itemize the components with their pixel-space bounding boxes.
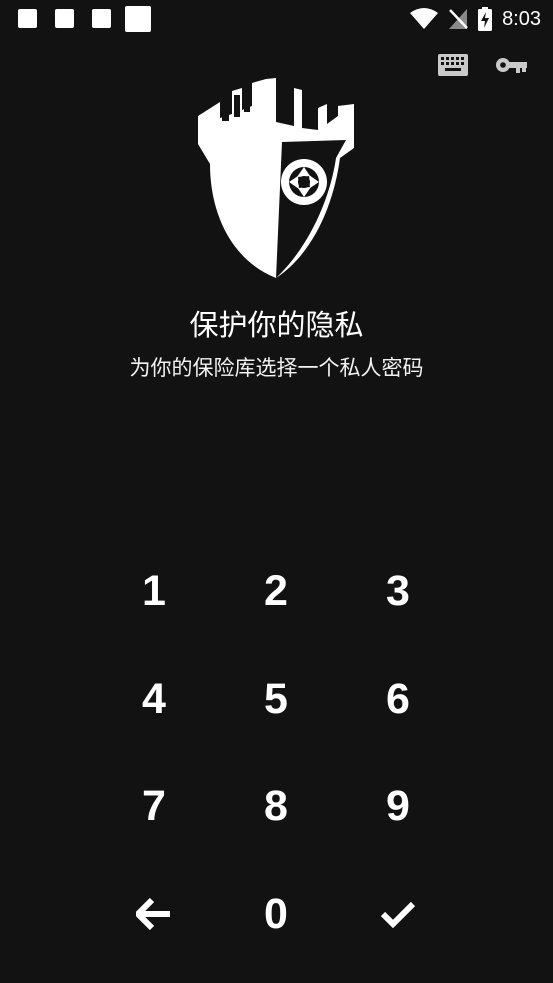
key-2[interactable]: 2 [215, 538, 337, 646]
notification-square-icon [92, 9, 111, 28]
pin-keypad: 1 2 3 4 5 6 7 8 9 0 [93, 538, 460, 968]
key-5[interactable]: 5 [215, 646, 337, 754]
keyboard-button[interactable] [437, 52, 469, 78]
key-9[interactable]: 9 [337, 753, 459, 861]
key-7[interactable]: 7 [93, 753, 215, 861]
key-4[interactable]: 4 [93, 646, 215, 754]
arrow-left-icon [136, 898, 170, 931]
wifi-icon [410, 8, 439, 29]
notification-square-icon [18, 9, 37, 28]
notification-square-icon [55, 9, 74, 28]
confirm-button[interactable] [337, 861, 459, 969]
page-subtitle: 为你的保险库选择一个私人密码 [129, 356, 424, 380]
page-title: 保护你的隐私 [189, 308, 364, 342]
battery-charging-icon [478, 7, 493, 31]
status-bar: 8:03 [0, 0, 553, 38]
key-button[interactable] [495, 52, 527, 78]
key-6[interactable]: 6 [337, 646, 459, 754]
castle-shield-aperture-logo [198, 78, 354, 278]
keyboard-icon [438, 54, 468, 76]
key-0[interactable]: 0 [215, 861, 337, 969]
key-8[interactable]: 8 [215, 753, 337, 861]
back-button[interactable] [93, 861, 215, 969]
key-3[interactable]: 3 [337, 538, 459, 646]
clock: 8:03 [502, 7, 541, 30]
no-signal-icon [449, 9, 468, 29]
key-icon [496, 58, 527, 73]
key-1[interactable]: 1 [93, 538, 215, 646]
notification-square-icon [125, 6, 151, 32]
toolbar [437, 52, 527, 78]
check-icon [380, 902, 416, 929]
